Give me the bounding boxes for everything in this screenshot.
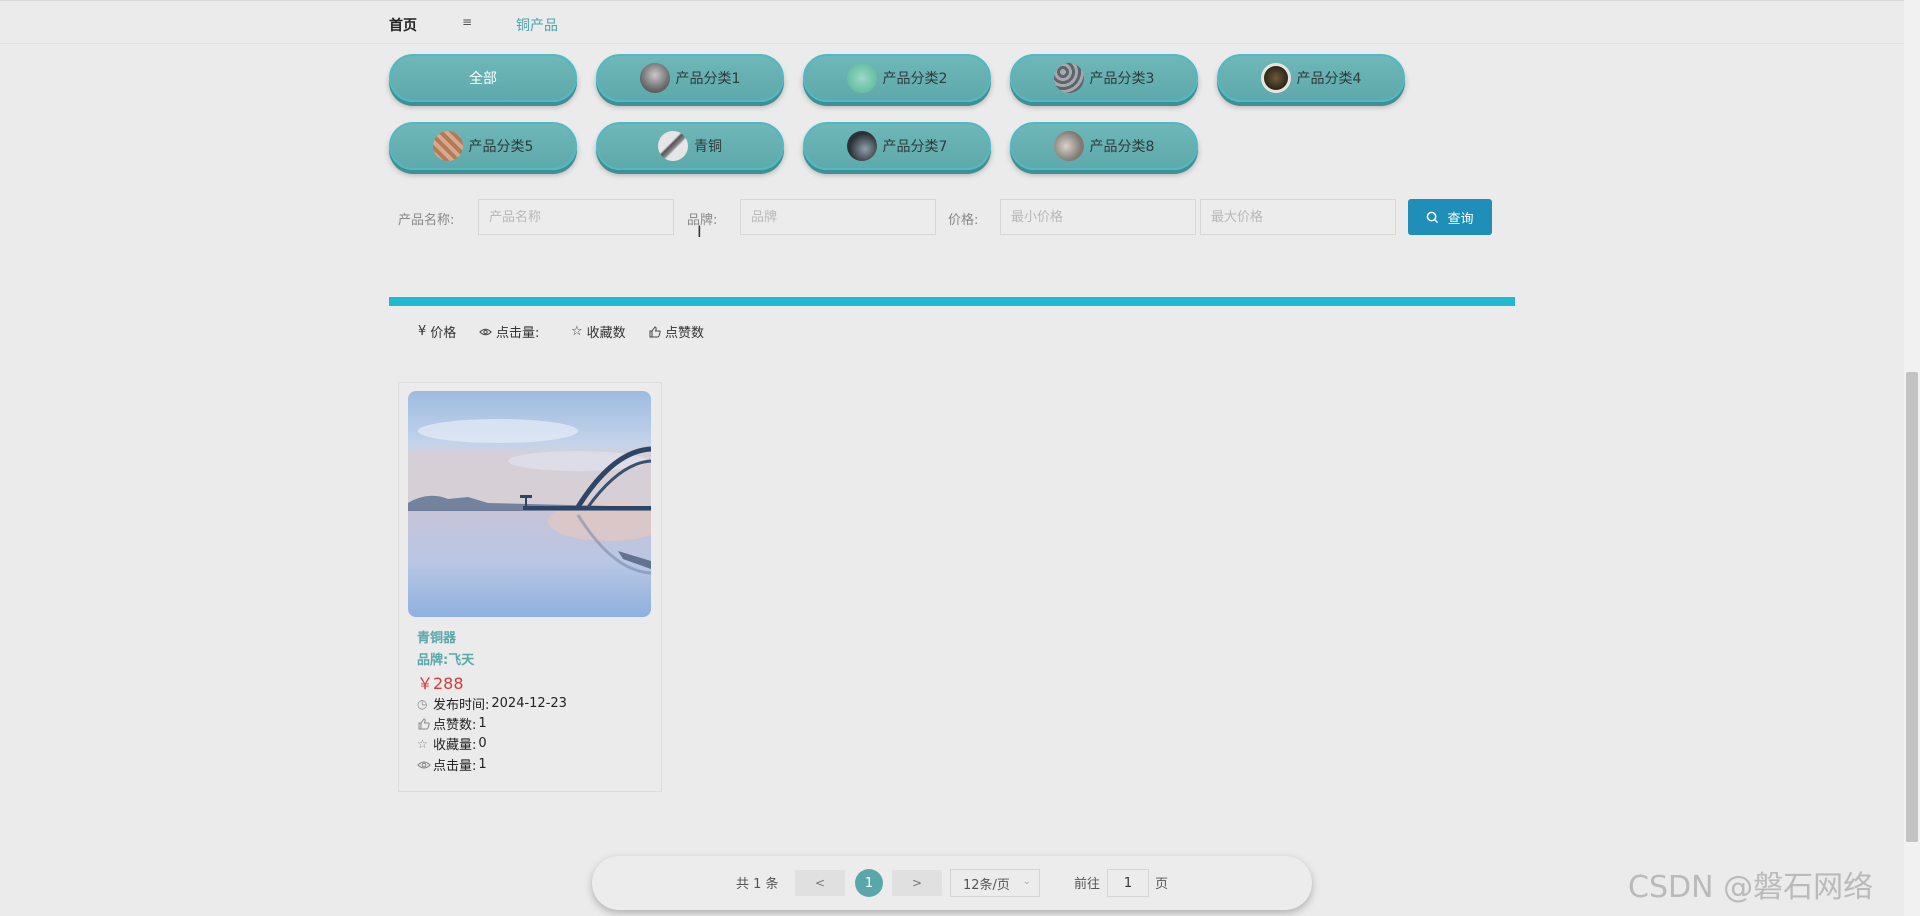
star-icon: ☆ <box>417 736 428 751</box>
publish-time-row: ◷ 发布时间: 2024-12-23 <box>417 694 567 713</box>
likes-value: 1 <box>478 716 487 731</box>
product-brand: 品牌:飞天 <box>417 653 475 668</box>
product-card[interactable]: 青铜器 品牌:飞天 ￥288 ◷ 发布时间: 2024-12-23 点赞数: 1… <box>398 382 662 792</box>
goto-unit: 页 <box>1155 877 1169 892</box>
breadcrumb-home[interactable]: 首页 <box>389 15 417 35</box>
category-1-button[interactable]: 产品分类1 <box>596 54 784 102</box>
thumbs-up-icon <box>649 325 661 337</box>
publish-time-label: 发布时间: <box>433 698 490 713</box>
max-price-input[interactable] <box>1200 199 1396 235</box>
sort-likes[interactable]: 点赞数 <box>649 322 704 341</box>
eye-icon <box>479 328 492 335</box>
product-price: ￥288 <box>417 674 464 693</box>
category-label: 产品分类3 <box>1089 71 1155 87</box>
category-all-button[interactable]: 全部 <box>389 54 577 102</box>
query-button-label: 查询 <box>1447 210 1474 226</box>
page-number-button[interactable]: 1 <box>855 869 883 897</box>
brand-label: 品牌: <box>687 213 718 228</box>
category-label: 产品分类4 <box>1296 71 1362 87</box>
min-price-input[interactable] <box>1000 199 1196 235</box>
category-thumbnail <box>658 131 688 161</box>
brand-input[interactable] <box>740 199 936 235</box>
product-name-label: 产品名称: <box>398 213 455 228</box>
sort-favorites[interactable]: ☆ 收藏数 <box>571 322 626 341</box>
sort-label: 点赞数 <box>665 326 705 341</box>
goto-label: 前往 <box>1074 877 1101 892</box>
category-bronze-button[interactable]: 青铜 <box>596 122 784 170</box>
category-2-button[interactable]: 产品分类2 <box>803 54 991 102</box>
category-thumbnail <box>1053 131 1084 161</box>
category-label: 产品分类1 <box>675 71 741 87</box>
category-label: 青铜 <box>694 139 722 155</box>
breadcrumb: 首页 ≡ 铜产品 <box>0 0 1904 44</box>
page-size-value: 12条/页 <box>963 877 1010 893</box>
sort-label: 价格 <box>430 326 457 341</box>
total-count: 共 1 条 <box>736 877 779 892</box>
favorites-row: ☆ 收藏量: 0 <box>417 734 487 753</box>
category-label: 产品分类5 <box>468 139 534 155</box>
price-label: 价格: <box>948 213 979 228</box>
clicks-label: 点击量: <box>433 759 477 774</box>
sort-clicks[interactable]: 点击量: <box>479 322 539 341</box>
chevron-down-icon: ⌄ <box>1022 876 1031 887</box>
prev-page-button[interactable]: < <box>795 870 845 896</box>
breadcrumb-separator: ≡ <box>462 15 473 29</box>
category-7-button[interactable]: 产品分类7 <box>803 122 991 170</box>
publish-time-value: 2024-12-23 <box>491 696 567 711</box>
likes-label: 点赞数: <box>433 718 477 733</box>
text-cursor-icon: I <box>697 222 702 241</box>
sort-price[interactable]: ¥ 价格 <box>418 322 456 341</box>
product-name-input[interactable] <box>478 199 674 235</box>
pagination: 共 1 条 < 1 > 12条/页 ⌄ 前往 页 <box>592 856 1312 910</box>
yen-icon: ¥ <box>418 324 427 339</box>
category-3-button[interactable]: 产品分类3 <box>1010 54 1198 102</box>
star-icon: ☆ <box>571 324 583 339</box>
category-thumbnail <box>1260 63 1291 93</box>
likes-row: 点赞数: 1 <box>417 714 487 733</box>
search-icon <box>1427 211 1439 223</box>
category-thumbnail <box>1053 63 1084 93</box>
category-thumbnail <box>432 131 463 161</box>
thumbs-up-icon <box>418 717 430 729</box>
breadcrumb-current: 铜产品 <box>516 18 558 34</box>
product-image[interactable] <box>408 391 651 617</box>
category-thumbnail <box>846 131 877 161</box>
favorites-label: 收藏量: <box>433 738 477 753</box>
scrollbar-thumb[interactable] <box>1906 372 1918 842</box>
favorites-value: 0 <box>478 736 487 751</box>
bridge-photo <box>408 391 651 617</box>
sort-label: 收藏数 <box>586 326 626 341</box>
eye-icon <box>417 760 431 769</box>
section-divider <box>389 297 1515 306</box>
category-label: 全部 <box>469 71 497 87</box>
scrollbar-track[interactable] <box>1904 0 1920 916</box>
category-4-button[interactable]: 产品分类4 <box>1217 54 1405 102</box>
category-label: 产品分类8 <box>1089 139 1155 155</box>
category-8-button[interactable]: 产品分类8 <box>1010 122 1198 170</box>
clock-icon: ◷ <box>417 696 428 711</box>
page-size-select[interactable]: 12条/页 ⌄ <box>950 869 1040 897</box>
category-thumbnail <box>846 63 877 93</box>
next-page-button[interactable]: > <box>892 870 942 896</box>
category-label: 产品分类2 <box>882 71 948 87</box>
clicks-value: 1 <box>478 757 487 772</box>
category-label: 产品分类7 <box>882 139 948 155</box>
clicks-row: 点击量: 1 <box>417 755 487 774</box>
watermark: CSDN @磐石网络 <box>1628 870 1874 905</box>
sort-label: 点击量: <box>496 326 540 341</box>
query-button[interactable]: 查询 <box>1408 199 1492 235</box>
category-5-button[interactable]: 产品分类5 <box>389 122 577 170</box>
goto-page-input[interactable] <box>1107 869 1149 897</box>
product-name[interactable]: 青铜器 <box>417 627 456 646</box>
category-thumbnail <box>639 63 670 93</box>
